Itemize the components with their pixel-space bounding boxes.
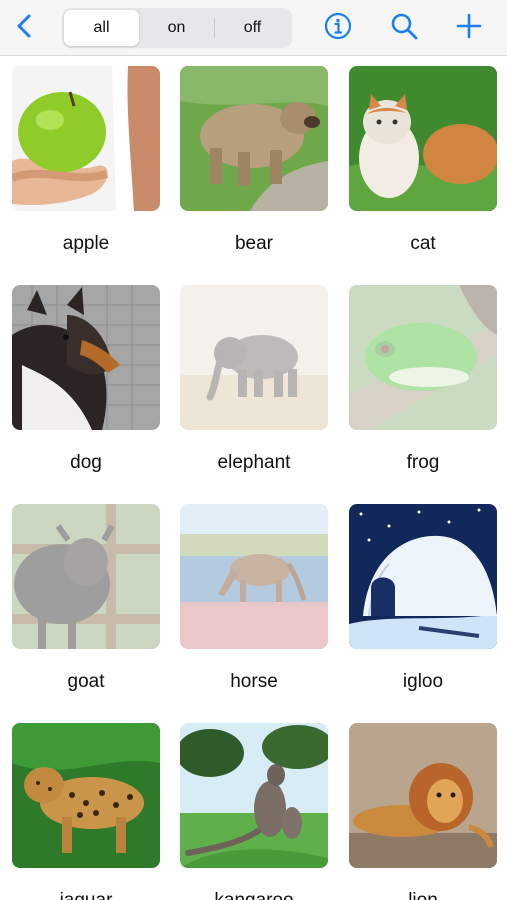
item-label: elephant <box>217 452 291 473</box>
back-button[interactable] <box>8 10 40 46</box>
grid-item-cat[interactable]: cat <box>349 66 497 255</box>
grid-item-goat[interactable]: goat <box>12 504 160 693</box>
lion-image <box>349 723 497 868</box>
igloo-image <box>349 504 497 649</box>
item-label: igloo <box>402 671 444 692</box>
horse-image <box>180 504 328 649</box>
item-label: bear <box>234 233 274 254</box>
segment-on[interactable]: on <box>139 10 214 46</box>
grid-item-igloo[interactable]: igloo <box>349 504 497 693</box>
grid-item-frog[interactable]: frog <box>349 285 497 474</box>
segment-off[interactable]: off <box>215 10 290 46</box>
grid-item-lion[interactable]: lion <box>349 723 497 900</box>
add-button[interactable] <box>451 10 487 46</box>
info-button[interactable] <box>320 10 356 46</box>
grid-item-horse[interactable]: horse <box>180 504 328 693</box>
grid-item-apple[interactable]: apple <box>12 66 160 255</box>
filter-segmented-control: all on off <box>62 8 292 48</box>
item-grid: apple bear cat dog elephant frog goat ho… <box>0 56 507 900</box>
grid-item-jaguar[interactable]: jaguar <box>12 723 160 900</box>
grid-item-kangaroo[interactable]: kangaroo <box>180 723 328 900</box>
item-label: jaguar <box>12 890 160 900</box>
item-label: kangaroo <box>180 890 328 900</box>
plus-icon <box>455 12 483 45</box>
item-label: dog <box>70 452 102 473</box>
kangaroo-image <box>180 723 328 868</box>
item-label: lion <box>349 890 497 900</box>
item-label: goat <box>67 671 105 692</box>
bear-image <box>180 66 328 211</box>
search-icon <box>389 11 419 46</box>
item-label: frog <box>406 452 440 473</box>
item-label: horse <box>230 671 278 692</box>
dog-image <box>12 285 160 430</box>
item-label: cat <box>410 233 436 254</box>
grid-item-bear[interactable]: bear <box>180 66 328 255</box>
cat-image <box>349 66 497 211</box>
apple-image <box>12 66 160 211</box>
grid-item-dog[interactable]: dog <box>12 285 160 474</box>
frog-image <box>349 285 497 430</box>
elephant-image <box>180 285 328 430</box>
item-label: apple <box>62 233 110 254</box>
chevron-left-icon <box>15 13 33 44</box>
search-button[interactable] <box>386 10 422 46</box>
info-icon <box>323 11 353 46</box>
jaguar-image <box>12 723 160 868</box>
grid-item-elephant[interactable]: elephant <box>180 285 328 474</box>
toolbar: all on off <box>0 0 507 56</box>
goat-image <box>12 504 160 649</box>
segment-all[interactable]: all <box>64 10 139 46</box>
